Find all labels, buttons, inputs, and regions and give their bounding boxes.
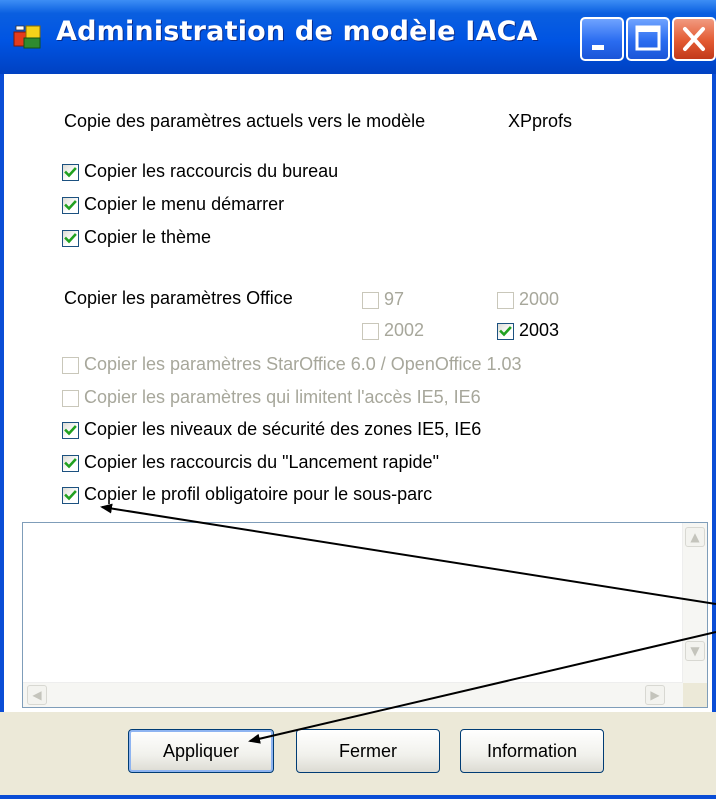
office-params-label: Copier les paramètres Office	[64, 288, 293, 308]
model-name: XPprofs	[508, 111, 573, 131]
checkbox[interactable]	[62, 422, 79, 439]
close-icon	[683, 27, 705, 51]
checkbox-label: Copier les raccourcis du "Lancement rapi…	[84, 452, 439, 472]
dialog-window: Administration de modèle IACA Copie des …	[0, 0, 716, 799]
checkbox-label: Copier les niveaux de sécurité des zones…	[84, 419, 482, 439]
checkbox-label: Copier le thème	[84, 227, 212, 247]
checkmark-icon	[64, 458, 77, 469]
app-icon	[13, 25, 41, 49]
window-title: Administration de modèle IACA	[56, 16, 538, 47]
checkbox-label: Copier le profil obligatoire pour le sou…	[84, 484, 433, 504]
checkbox-label: Copier les raccourcis du bureau	[84, 161, 339, 181]
checkbox[interactable]	[497, 323, 514, 340]
checkmark-icon	[64, 490, 77, 501]
maximize-icon	[635, 25, 661, 51]
window-frame-bottom	[0, 795, 716, 799]
checkbox[interactable]	[62, 390, 79, 407]
minimize-button[interactable]	[580, 17, 624, 61]
checkbox-label: 2002	[384, 320, 425, 340]
checkmark-icon	[64, 425, 77, 436]
scroll-right-arrow[interactable]: ▶	[645, 685, 665, 705]
information-button[interactable]: Information	[460, 729, 604, 773]
checkmark-icon	[64, 200, 77, 211]
checkmark-icon	[499, 326, 512, 337]
close-button[interactable]	[672, 17, 716, 61]
maximize-button[interactable]	[626, 17, 670, 61]
checkbox[interactable]	[62, 197, 79, 214]
minimize-icon	[592, 45, 604, 50]
checkbox[interactable]	[62, 455, 79, 472]
checkbox[interactable]	[62, 357, 79, 374]
checkbox[interactable]	[497, 292, 514, 309]
close-dialog-button[interactable]: Fermer	[296, 729, 440, 773]
scroll-left-arrow[interactable]: ◀	[27, 685, 47, 705]
checkbox-label: 2000	[519, 289, 560, 309]
scrollbar-corner	[683, 683, 707, 707]
checkbox-label: Copier les paramètres StarOffice 6.0 / O…	[84, 354, 522, 374]
checkbox-label: Copier le menu démarrer	[84, 194, 285, 214]
copy-target-label: Copie des paramètres actuels vers le mod…	[64, 111, 426, 131]
checkbox[interactable]	[62, 164, 79, 181]
horizontal-scrollbar[interactable]: ◀ ▶	[23, 682, 683, 707]
checkbox[interactable]	[362, 292, 379, 309]
checkmark-icon	[64, 167, 77, 178]
checkbox-label: Copier les paramètres qui limitent l'acc…	[84, 387, 481, 407]
vertical-scrollbar[interactable]: ▲ ▼	[682, 523, 707, 683]
checkbox[interactable]	[62, 487, 79, 504]
checkmark-icon	[64, 233, 77, 244]
checkbox[interactable]	[362, 323, 379, 340]
window-frame-right	[712, 74, 716, 799]
checkbox[interactable]	[62, 230, 79, 247]
scroll-up-arrow[interactable]: ▲	[685, 527, 705, 547]
title-bar[interactable]: Administration de modèle IACA	[0, 0, 716, 75]
log-output[interactable]: ▲ ▼ ◀ ▶	[22, 522, 708, 708]
apply-button[interactable]: Appliquer	[128, 729, 274, 773]
checkbox-label: 97	[384, 289, 405, 309]
scroll-down-arrow[interactable]: ▼	[685, 641, 705, 661]
checkbox-label: 2003	[519, 320, 560, 340]
